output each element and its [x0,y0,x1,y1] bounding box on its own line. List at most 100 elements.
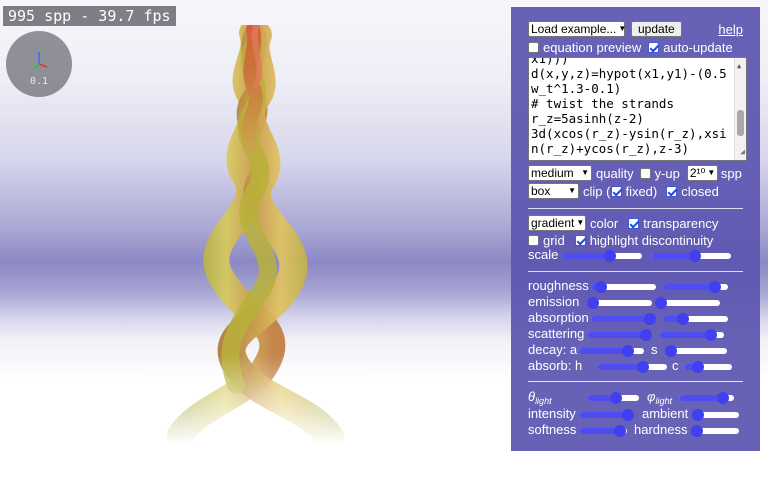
softness-slider[interactable] [579,423,627,439]
slider-thumb[interactable] [692,361,705,373]
code-line: # twist the strands [531,96,674,111]
resize-grip-icon[interactable]: ◢ [740,144,745,159]
color-mode-select[interactable]: gradient ▼ [528,215,586,231]
ambient-label: ambient [642,406,689,421]
example-select[interactable]: Load example... ▼ [528,21,626,37]
slider-thumb[interactable] [665,345,677,357]
quality-select-value: medium [531,166,574,180]
divider [528,271,743,272]
theta-symbol: θ [528,389,536,404]
scattering-slider-2[interactable] [659,327,724,343]
absorption-slider-1[interactable] [591,311,656,327]
scale-label: scale [528,247,559,262]
ambient-slider[interactable] [692,407,739,423]
slider-thumb[interactable] [691,425,703,437]
emission-label: emission [528,294,580,309]
scrollbar-thumb[interactable] [737,110,744,136]
code-line: 3d(xcos(r_z)-ysin(r_z),xsi [531,126,727,141]
roughness-slider-2[interactable] [663,279,728,295]
slider-thumb[interactable] [639,329,652,341]
slider-thumb[interactable] [594,281,607,293]
roughness-label: roughness [528,278,589,293]
transparency-checkbox[interactable] [628,217,640,229]
y-up-checkbox[interactable] [639,167,651,179]
grid-label: grid [543,232,565,248]
closed-label: closed [681,183,719,199]
emission-slider-2[interactable] [655,295,720,311]
code-line: x1))) [531,57,569,66]
decay-a-label: decay: a [528,342,578,357]
intensity-label: intensity [528,406,576,421]
quality-select[interactable]: medium ▼ [528,165,592,181]
decay-s-label: s [651,342,658,357]
slider-thumb[interactable] [717,392,729,404]
control-panel: Load example... ▼ update help equation p… [511,7,760,451]
scattering-slider-1[interactable] [587,327,652,343]
highlight-discontinuity-checkbox[interactable] [574,234,586,246]
color-mode-value: gradient [531,216,575,230]
chevron-down-icon: ▼ [576,218,585,227]
emission-slider-1[interactable] [587,295,652,311]
help-link[interactable]: help [718,22,743,37]
slider-thumb[interactable] [676,313,689,325]
grid-checkbox[interactable] [528,234,539,246]
absorb-c-slider[interactable] [684,359,732,375]
slider-thumb[interactable] [613,425,626,437]
scroll-up-icon[interactable]: ▲ [737,59,741,74]
slider-thumb[interactable] [604,250,616,262]
absorb-h-slider[interactable] [597,359,667,375]
theta-light-label: θlight [528,389,552,406]
scale-slider-1[interactable] [562,248,642,264]
spp-select-value: 2¹⁰ [689,166,706,180]
equation-editor[interactable]: x1))) d(x,y,z)=hypot(x1,y1)-(0.5 w_t^1.3-0… [528,57,747,161]
scattering-label: scattering [528,326,585,341]
clip-select[interactable]: box ▼ [528,183,579,199]
slider-thumb[interactable] [709,281,721,293]
decay-s-slider[interactable] [665,343,727,359]
equation-preview-label: equation preview [543,39,642,55]
absorb-h-label: absorb: h [528,358,583,373]
hardness-slider[interactable] [691,423,739,439]
spp-select[interactable]: 2¹⁰ ▼ [686,165,718,181]
slider-thumb[interactable] [689,250,701,262]
slider-thumb[interactable] [621,345,634,357]
slider-thumb[interactable] [655,297,667,309]
highlight-discontinuity-label: highlight discontinuity [589,232,714,248]
equation-code-lines: x1))) d(x,y,z)=hypot(x1,y1)-(0.5 w_t^1.3-0… [531,57,732,156]
slider-fill [597,364,643,370]
slider-thumb[interactable] [622,409,634,421]
absorption-slider-2[interactable] [663,311,728,327]
equation-preview-checkbox[interactable] [528,41,539,53]
y-up-label: y-up [654,165,680,181]
decay-a-slider[interactable] [579,343,644,359]
theta-subscript: light [535,396,552,406]
roughness-slider-1[interactable] [591,279,656,295]
scale-slider-2[interactable] [651,248,731,264]
editor-scrollbar[interactable]: ▲ ◢ [734,58,746,160]
fixed-checkbox[interactable] [611,185,623,197]
transparency-label: transparency [643,215,719,231]
chevron-down-icon: ▼ [568,186,576,195]
quality-label: quality [596,165,634,181]
slider-fill [562,253,610,259]
fps-counter: 995 spp - 39.7 fps [3,6,176,26]
slider-thumb[interactable] [636,361,649,373]
phi-subscript: light [655,396,672,406]
slider-fill [587,332,646,338]
example-select-value: Load example... [531,22,617,36]
slider-thumb[interactable] [587,297,599,309]
code-line: d(x,y,z)=hypot(x1,y1)-(0.5 [531,66,727,81]
auto-update-checkbox[interactable] [648,41,660,53]
theta-light-slider[interactable] [587,390,639,406]
intensity-slider[interactable] [579,407,634,423]
slider-thumb[interactable] [644,313,656,325]
fixed-label: fixed) [625,183,658,199]
phi-light-slider[interactable] [679,390,734,406]
closed-checkbox[interactable] [666,185,678,197]
slider-thumb[interactable] [705,329,717,341]
softness-label: softness [528,422,577,437]
slider-thumb[interactable] [609,392,622,404]
slider-thumb[interactable] [692,409,704,421]
update-button[interactable]: update [631,21,682,37]
axis-gizmo[interactable]: 0.1 [6,31,72,97]
